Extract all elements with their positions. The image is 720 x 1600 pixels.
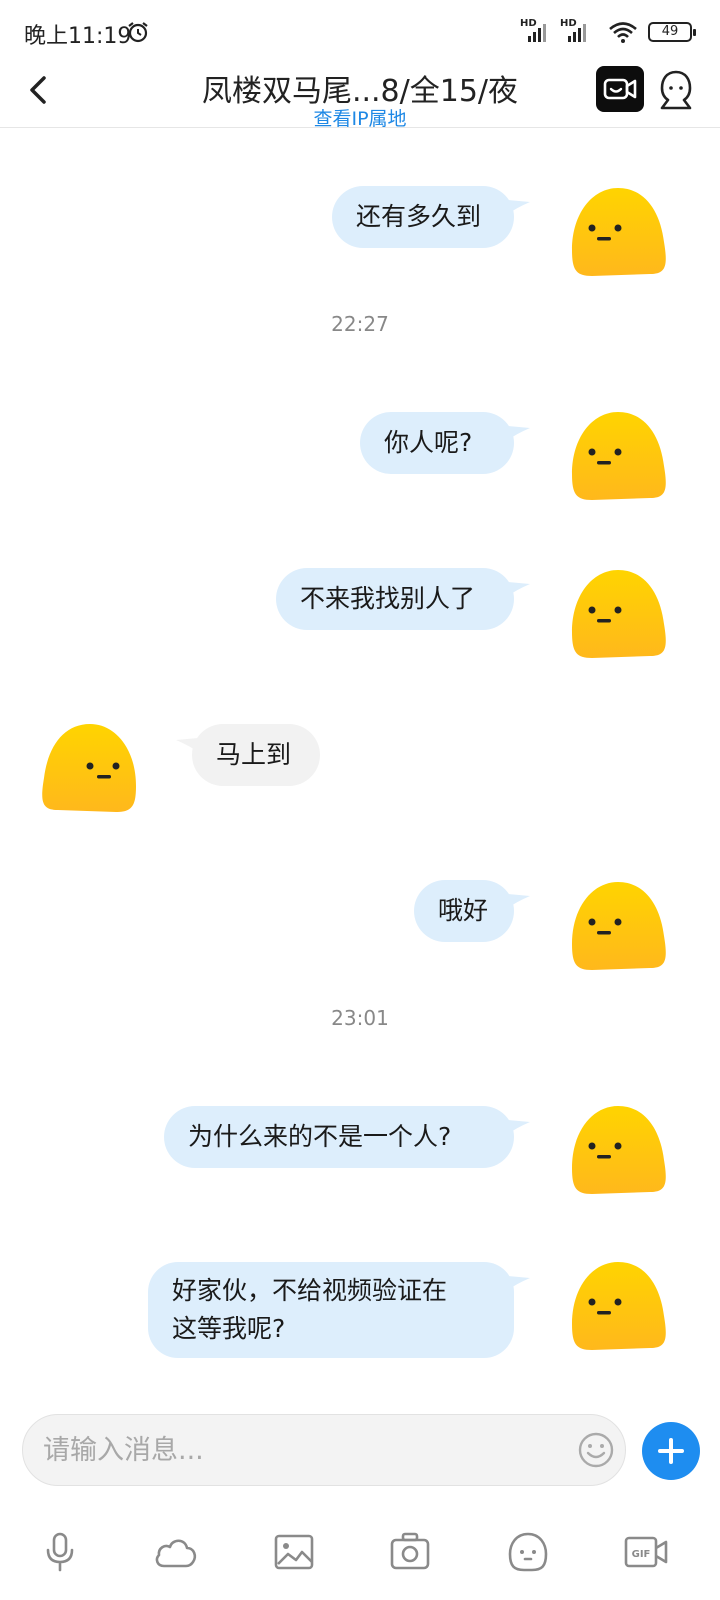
message-bubble-outgoing[interactable]: 好家伙，不给视频验证在 这等我呢? [148, 1262, 514, 1358]
my-avatar[interactable] [570, 880, 670, 972]
my-avatar[interactable] [570, 410, 670, 502]
message-bubble-outgoing[interactable]: 为什么来的不是一个人? [164, 1106, 514, 1168]
view-ip-location-link[interactable]: 查看IP属地 [260, 104, 460, 131]
sticker-icon[interactable] [504, 1530, 552, 1574]
my-avatar[interactable] [570, 186, 670, 278]
message-bubble-outgoing[interactable]: 还有多久到 [332, 186, 514, 248]
timestamp: 23:01 [331, 1006, 389, 1030]
svg-text:GIF: GIF [632, 1549, 651, 1560]
message-text-line-1: 好家伙，不给视频验证在 [172, 1276, 448, 1305]
bubble-tail [508, 1276, 530, 1290]
message-text: 你人呢? [384, 428, 473, 457]
my-avatar[interactable] [570, 1104, 670, 1196]
more-button[interactable] [642, 1422, 700, 1480]
timestamp: 22:27 [331, 312, 389, 336]
wifi-icon [609, 22, 637, 43]
status-time: 晚上11:19 [24, 24, 132, 49]
message-text: 马上到 [216, 740, 292, 769]
contact-avatar[interactable] [38, 722, 138, 814]
video-camera-icon [603, 78, 637, 100]
input-toolbar: GIF [0, 1524, 720, 1580]
message-text: 还有多久到 [356, 202, 482, 231]
cloud-icon[interactable] [152, 1530, 200, 1574]
message-text: 为什么来的不是一个人? [188, 1122, 452, 1151]
message-bubble-outgoing[interactable]: 你人呢? [360, 412, 514, 474]
status-bar: 晚上11:19 HD HD 49 [0, 0, 720, 60]
signal-icon-2: HD [560, 18, 592, 44]
signal-hd-label-2: HD [560, 18, 577, 29]
message-bubble-outgoing[interactable]: 不来我找别人了 [276, 568, 514, 630]
battery-indicator: 49 [648, 22, 696, 42]
profile-icon[interactable] [656, 68, 696, 112]
message-text-line-2: 这等我呢? [172, 1314, 286, 1343]
signal-hd-label: HD [520, 18, 537, 29]
plus-icon [658, 1438, 684, 1464]
message-text: 哦好 [438, 896, 489, 925]
gif-icon[interactable]: GIF [622, 1530, 670, 1574]
image-icon[interactable] [270, 1530, 318, 1574]
emoji-icon[interactable] [577, 1431, 615, 1469]
bubble-tail [508, 894, 530, 908]
bubble-tail [508, 200, 530, 214]
message-text: 不来我找别人了 [300, 584, 476, 613]
alarm-icon [128, 22, 148, 43]
bubble-tail [508, 582, 530, 596]
bubble-tail [508, 426, 530, 440]
microphone-icon[interactable] [36, 1530, 84, 1574]
message-input-bar [22, 1414, 626, 1486]
message-bubble-incoming[interactable]: 马上到 [192, 724, 320, 786]
message-bubble-outgoing[interactable]: 哦好 [414, 880, 514, 942]
chat-header: 凤楼双马尾...8/全15/夜 查看IP属地 [0, 60, 720, 131]
bubble-tail [508, 1120, 530, 1134]
camera-icon[interactable] [386, 1530, 434, 1574]
my-avatar[interactable] [570, 1260, 670, 1352]
message-input[interactable] [43, 1415, 563, 1485]
signal-icon: HD [520, 18, 552, 44]
video-call-button[interactable] [596, 66, 644, 112]
my-avatar[interactable] [570, 568, 670, 660]
back-button[interactable] [18, 68, 58, 112]
